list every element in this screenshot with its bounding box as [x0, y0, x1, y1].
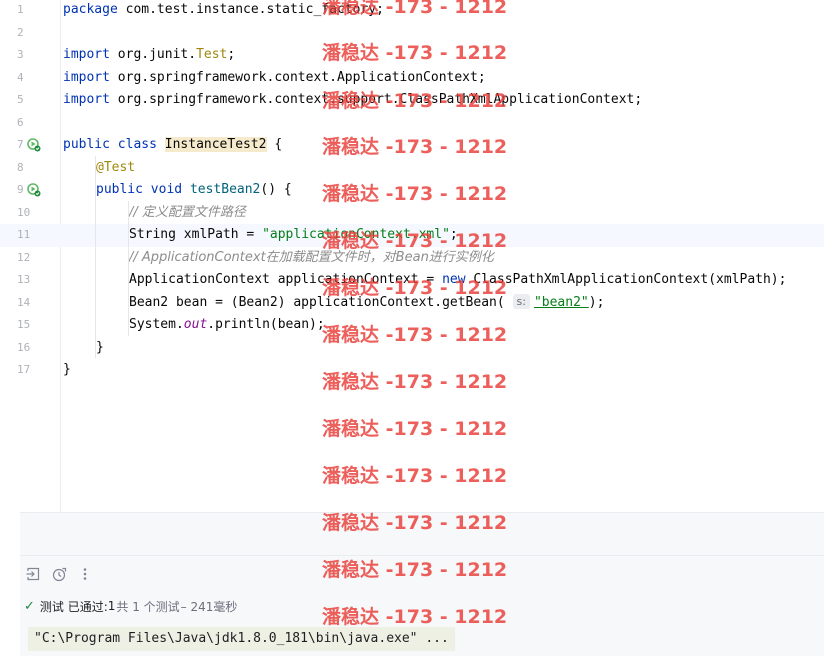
- run-test-icon[interactable]: [27, 183, 41, 197]
- line-number: 5: [17, 93, 24, 106]
- code-line-15[interactable]: 15 System.out.println(bean);: [0, 314, 824, 337]
- clock-history-icon[interactable]: [50, 565, 68, 583]
- parameter-hint: s:: [512, 293, 530, 309]
- line-number: 9: [17, 183, 24, 196]
- code-line-6[interactable]: 6: [0, 112, 824, 135]
- line-number: 1: [17, 3, 24, 16]
- passed-count: 1: [107, 599, 116, 613]
- keyword: public: [63, 137, 110, 152]
- indent-guide: [95, 156, 96, 358]
- keyword: package: [63, 2, 118, 17]
- check-icon: ✓: [24, 598, 35, 614]
- test-toolbar: [24, 563, 94, 585]
- code-line-10[interactable]: 10 // 定义配置文件路径: [0, 202, 824, 225]
- package-name: com.test.instance.static_factory;: [117, 2, 384, 17]
- test-status: ✓ 测试 已通过: 1共 1 个测试 – 241毫秒: [24, 595, 237, 617]
- code-comment: // ApplicationContext在加载配置文件时，对Bean进行实例化: [129, 249, 494, 265]
- import-class: Test: [196, 47, 228, 62]
- string-literal: "bean2": [533, 294, 589, 310]
- line-number: 3: [17, 48, 24, 61]
- indent-guide: [128, 201, 129, 336]
- run-test-icon[interactable]: [27, 138, 41, 152]
- code-editor[interactable]: 1 package com.test.instance.static_facto…: [0, 0, 824, 512]
- code-line-3[interactable]: 3 import org.junit.Test;: [0, 44, 824, 67]
- more-options-icon[interactable]: [76, 565, 94, 583]
- code-line-1[interactable]: 1 package com.test.instance.static_facto…: [0, 0, 824, 22]
- code-line-16[interactable]: 16 }: [0, 337, 824, 360]
- import-tests-icon[interactable]: [24, 565, 42, 583]
- string-literal: "applicationContext.xml": [262, 227, 450, 242]
- code-line-5[interactable]: 5 import org.springframework.context.sup…: [0, 89, 824, 112]
- code-line-4[interactable]: 4 import org.springframework.context.App…: [0, 67, 824, 90]
- keyword: class: [117, 137, 157, 152]
- closing-brace: }: [96, 339, 104, 355]
- line-number: 15: [17, 318, 31, 331]
- closing-brace: }: [63, 362, 71, 377]
- line-number: 10: [17, 205, 31, 219]
- method-name: testBean2: [189, 182, 261, 197]
- code-line-12[interactable]: 12 // ApplicationContext在加载配置文件时，对Bean进行…: [0, 247, 824, 270]
- console-output-line[interactable]: "C:\Program Files\Java\jdk1.8.0_181\bin\…: [28, 627, 455, 651]
- line-number: 4: [17, 70, 24, 84]
- code-line-2[interactable]: 2: [0, 22, 824, 45]
- code-line-13[interactable]: 13 ApplicationContext applicationContext…: [0, 269, 824, 292]
- tool-window-separator: [20, 555, 824, 556]
- line-number: 14: [17, 295, 31, 309]
- keyword: new: [442, 272, 466, 287]
- keyword: import: [63, 47, 110, 62]
- keyword: import: [63, 69, 110, 85]
- code-line-7[interactable]: 7 public class InstanceTest2 {: [0, 134, 824, 157]
- line-number: 16: [17, 340, 31, 354]
- line-number: 7: [17, 138, 24, 151]
- static-field: out: [183, 317, 208, 332]
- code-line-11[interactable]: 11 String xmlPath = "applicationContext.…: [0, 224, 824, 247]
- test-tool-window: ✓ 测试 已通过: 1共 1 个测试 – 241毫秒 "C:\Program F…: [20, 512, 824, 656]
- code-line-8[interactable]: 8 @Test: [0, 157, 824, 180]
- code-comment: // 定义配置文件路径: [129, 204, 246, 220]
- code-line-9[interactable]: 9 public void testBean2() {: [0, 179, 824, 202]
- class-name: InstanceTest2: [164, 137, 267, 152]
- test-duration: – 241毫秒: [180, 599, 238, 614]
- line-number: 8: [17, 160, 24, 174]
- line-number: 6: [17, 115, 24, 129]
- annotation: @Test: [96, 159, 136, 175]
- line-number: 11: [17, 228, 31, 241]
- import-path: org.springframework.context.support.Clas…: [109, 92, 643, 107]
- keyword: public: [96, 182, 143, 197]
- import-package: org.junit.: [109, 47, 197, 62]
- line-number: 17: [17, 363, 31, 376]
- code-line-14[interactable]: 14 Bean2 bean = (Bean2) applicationConte…: [0, 292, 824, 315]
- code-line-17[interactable]: 17 }: [0, 359, 824, 382]
- import-path: org.springframework.context.ApplicationC…: [109, 69, 486, 85]
- line-number: 2: [17, 25, 24, 39]
- line-number: 12: [17, 250, 31, 264]
- keyword: import: [63, 92, 110, 107]
- total-tests: 共 1 个测试: [116, 599, 180, 614]
- line-number: 13: [17, 273, 31, 286]
- keyword: void: [150, 182, 183, 197]
- status-label: 测试 已通过:: [39, 599, 108, 614]
